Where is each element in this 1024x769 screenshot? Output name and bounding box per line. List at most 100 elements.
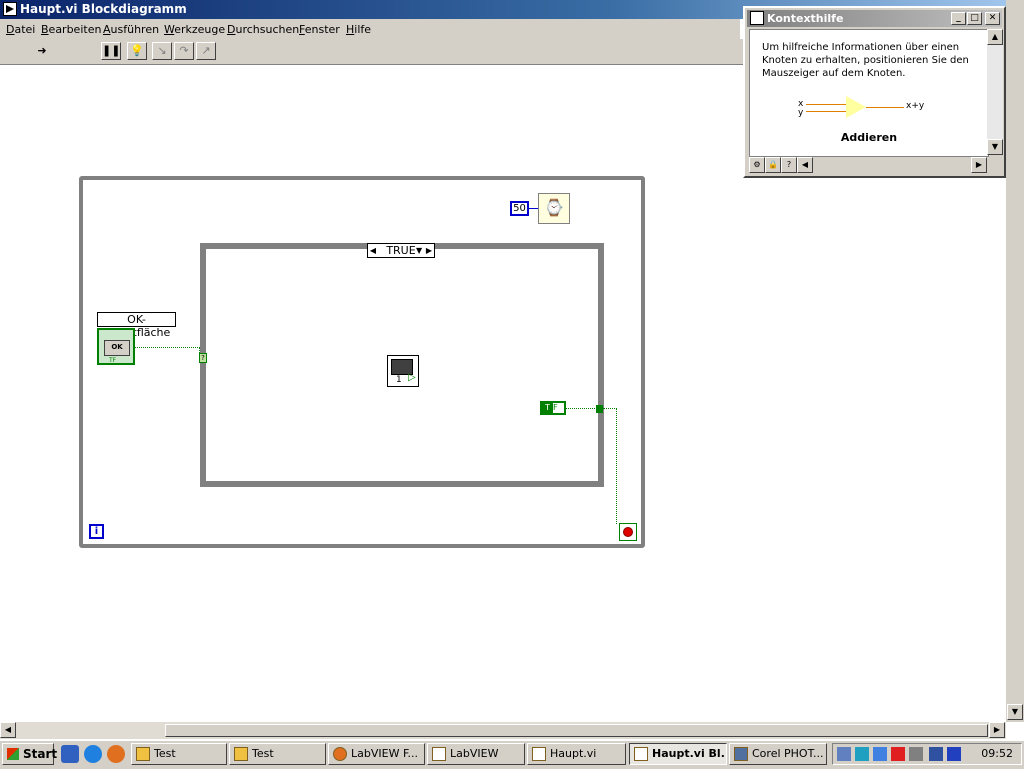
hscroll-right-icon[interactable]: ▶	[971, 157, 987, 173]
task-labview[interactable]: LabVIEW	[427, 743, 525, 765]
wait-ms-constant[interactable]: 50	[510, 201, 529, 216]
selector-left-arrow-icon[interactable]: ◀	[369, 244, 377, 257]
monitor-icon[interactable]	[947, 747, 961, 761]
iteration-terminal[interactable]: i	[89, 524, 104, 539]
window-vscrollbar[interactable]: ▼	[1006, 0, 1024, 722]
menu-datei[interactable]: Datei	[6, 23, 35, 36]
task-corel-photo[interactable]: Corel PHOT...	[729, 743, 827, 765]
boolean-constant-value: T	[542, 403, 553, 413]
ie-icon[interactable]	[61, 745, 79, 763]
selector-right-arrow-icon[interactable]: ▶	[425, 244, 433, 257]
wire-to-stop	[616, 408, 617, 524]
output-label: x+y	[906, 101, 925, 111]
wire-tunnel-out	[603, 408, 617, 409]
case-selector[interactable]: ◀ TRUE ▼ ▶	[367, 243, 435, 258]
hscroll-right-arrow-icon[interactable]: ▶	[989, 722, 1005, 738]
acrobat-icon[interactable]	[891, 747, 905, 761]
system-tray: 09:52	[832, 743, 1022, 765]
minimize-button[interactable]: _	[951, 12, 966, 25]
security-icon[interactable]	[909, 747, 923, 761]
hscroll-thumb[interactable]	[165, 724, 988, 737]
wire-wait	[529, 208, 538, 209]
camera-icon	[734, 747, 748, 761]
menu-bearbeiten[interactable]: Bearbeiten	[41, 23, 101, 36]
vscroll-down-icon[interactable]: ▼	[1007, 704, 1023, 720]
task-label: Test	[154, 747, 176, 760]
case-selector-terminal[interactable]: ?	[199, 353, 207, 363]
bluetooth-icon[interactable]	[873, 747, 887, 761]
browser-icon[interactable]	[84, 745, 102, 763]
wire-x	[806, 104, 846, 105]
help-question-icon[interactable]: ?	[781, 157, 797, 173]
ok-tf-label: TF	[109, 357, 117, 364]
output-tunnel[interactable]	[596, 405, 603, 413]
scroll-up-icon[interactable]: ▲	[987, 29, 1003, 45]
context-help-body: Um hilfreiche Informationen über einen K…	[749, 29, 989, 157]
maximize-button[interactable]: □	[967, 12, 982, 25]
firefox-icon[interactable]	[107, 745, 125, 763]
folder-icon	[136, 747, 150, 761]
subvi-number: 1	[396, 375, 402, 385]
boolean-constant-suffix: F	[553, 403, 558, 412]
subvi-node[interactable]: 1 ▷	[387, 355, 419, 387]
hscroll-left-icon[interactable]: ◀	[797, 157, 813, 173]
context-help-bottom-bar: ⚙ 🔒 ? ◀ ▶	[749, 157, 1003, 173]
task-label: Corel PHOT...	[752, 747, 824, 760]
device-icon[interactable]	[929, 747, 943, 761]
task-label: LabVIEW	[450, 747, 499, 760]
menu-durchsuchen[interactable]: Durchsuchen	[227, 23, 299, 36]
menu-fenster[interactable]: Fenster	[299, 23, 340, 36]
network-icon[interactable]	[837, 747, 851, 761]
run-arrow-icon[interactable]: ➜	[32, 42, 52, 60]
context-help-text: Um hilfreiche Informationen über einen K…	[762, 42, 969, 79]
step-into-icon[interactable]: ↘	[152, 42, 172, 60]
wire-output	[866, 107, 904, 108]
start-button[interactable]: Start	[2, 743, 57, 765]
media-icon[interactable]	[855, 747, 869, 761]
task-label: Test	[252, 747, 274, 760]
hscroll-left-arrow-icon[interactable]: ◀	[0, 722, 16, 738]
menu-ausfuehren[interactable]: Ausführen	[103, 23, 159, 36]
step-out-icon[interactable]: ↗	[196, 42, 216, 60]
task-haupt-vi-blockdiagramm[interactable]: Haupt.vi Bl...	[629, 743, 727, 765]
task-label: Haupt.vi Bl...	[652, 747, 727, 760]
folder-icon	[234, 747, 248, 761]
wire-bool-to-tunnel	[566, 408, 597, 409]
scroll-down-icon[interactable]: ▼	[987, 139, 1003, 155]
labview-icon	[532, 747, 546, 761]
task-haupt-vi[interactable]: Haupt.vi	[527, 743, 626, 765]
selector-dropdown-icon[interactable]: ▼	[416, 244, 422, 257]
wait-timer-icon[interactable]: ⌚	[538, 193, 570, 224]
labview-icon	[432, 747, 446, 761]
add-node-icon	[846, 96, 866, 118]
step-over-icon[interactable]: ↷	[174, 42, 194, 60]
close-button[interactable]: ✕	[985, 12, 1000, 25]
ok-button-terminal[interactable]: OK TF	[97, 328, 135, 365]
clock: 09:52	[981, 747, 1013, 760]
task-test-1[interactable]: Test	[131, 743, 227, 765]
task-label: LabVIEW F...	[351, 747, 418, 760]
context-help-title: Kontexthilfe	[767, 12, 844, 25]
stop-condition-terminal[interactable]	[619, 523, 637, 541]
input-y-label: y	[798, 108, 804, 118]
menu-werkzeuge[interactable]: Werkzeuge	[164, 23, 225, 36]
ok-button-label[interactable]: OK-Schaltfläche	[97, 312, 176, 339]
labview-icon	[634, 747, 648, 761]
subvi-arrow-icon: ▷	[408, 372, 416, 383]
task-label: Haupt.vi	[550, 747, 597, 760]
context-help-title-bar[interactable]: Kontexthilfe _ □ ✕	[747, 10, 1002, 27]
case-selector-value: TRUE	[386, 244, 416, 257]
context-help-vscrollbar[interactable]: ▲ ▼	[987, 29, 1003, 155]
menu-hilfe[interactable]: Hilfe	[346, 23, 371, 36]
context-help-node-name: Addieren	[840, 131, 898, 144]
task-labview-firefox[interactable]: LabVIEW F...	[328, 743, 425, 765]
context-help-window[interactable]: Kontexthilfe _ □ ✕ Um hilfreiche Informa…	[743, 6, 1006, 178]
pause-icon[interactable]: ❚❚	[101, 42, 121, 60]
lock-icon[interactable]: 🔒	[765, 157, 781, 173]
menu-bar: Datei Bearbeiten Ausführen Werkzeuge Dur…	[0, 19, 740, 39]
wire-y	[806, 111, 846, 112]
task-test-2[interactable]: Test	[229, 743, 326, 765]
highlight-execution-icon[interactable]: 💡	[127, 42, 147, 60]
detailed-diagram-icon[interactable]: ⚙	[749, 157, 765, 173]
boolean-constant[interactable]: TF	[540, 401, 566, 415]
